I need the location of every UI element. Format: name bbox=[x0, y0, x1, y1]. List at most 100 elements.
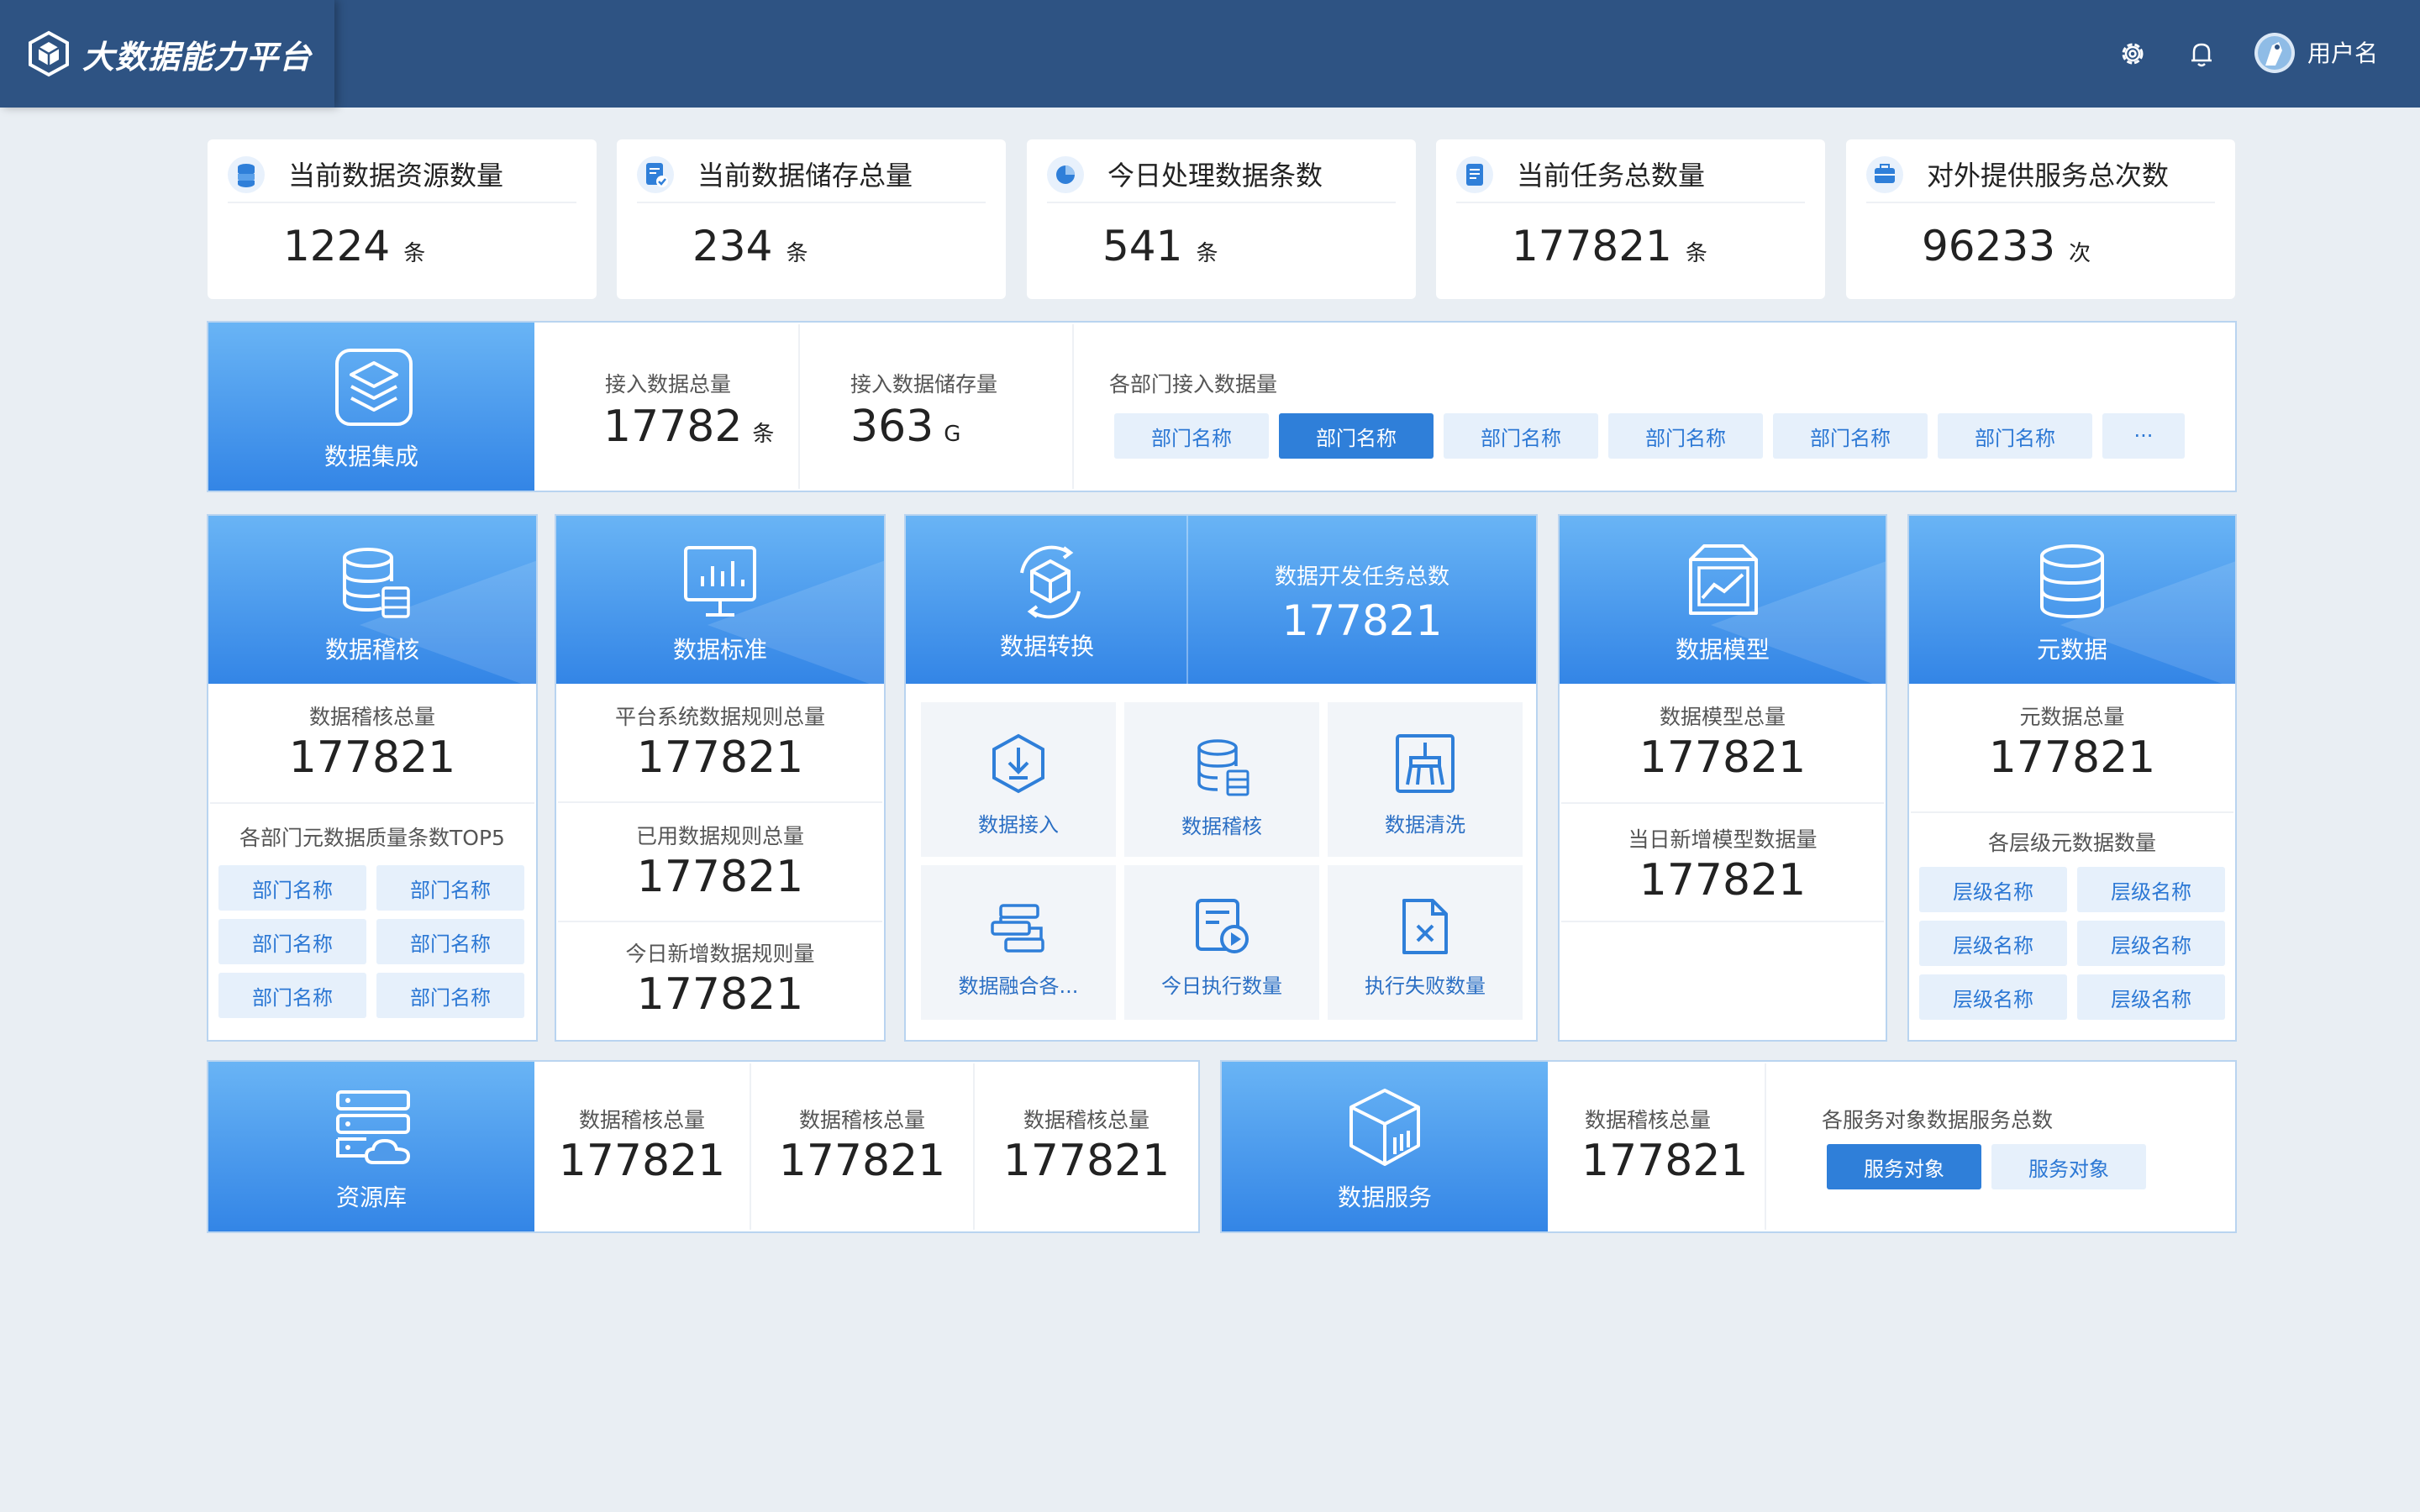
server-stack-icon bbox=[991, 904, 1044, 953]
service-target-tag-selected[interactable]: 服务对象 bbox=[1827, 1144, 1981, 1189]
app-title: 大数据能力平台 bbox=[82, 38, 313, 76]
model-label: 数据模型总量 bbox=[1659, 705, 1786, 729]
banner-title: 资源库 bbox=[335, 1184, 407, 1211]
stat-title: 今日处理数据条数 bbox=[1107, 160, 1323, 192]
level-tag[interactable]: 层级名称 bbox=[1919, 867, 2067, 912]
transform-task-label: 数据开发任务总数 bbox=[1274, 564, 1449, 590]
model-banner[interactable]: 数据模型 bbox=[1560, 516, 1886, 684]
tile-label: 执行失败数量 bbox=[1365, 974, 1486, 998]
database-server-icon bbox=[1197, 739, 1249, 796]
service-total-value: 177821 bbox=[1581, 1136, 1749, 1186]
dept-tag[interactable]: 部门名称 bbox=[376, 919, 524, 964]
stat-card-storage: 当前数据储存总量 234 条 bbox=[617, 139, 1006, 299]
stat-value: 234 条 bbox=[692, 222, 808, 270]
document-play-icon bbox=[1196, 899, 1249, 953]
integration-dept-label: 各部门接入数据量 bbox=[1109, 372, 1278, 396]
repo-value: 177821 bbox=[778, 1136, 946, 1186]
service-target-tag[interactable]: 服务对象 bbox=[1991, 1144, 2146, 1189]
dept-tag[interactable]: 部门名称 bbox=[1114, 413, 1269, 459]
stat-title: 当前任务总数量 bbox=[1517, 160, 1706, 192]
metadata-total-value: 177821 bbox=[1988, 732, 2156, 783]
pie-chart-icon bbox=[1047, 156, 1084, 193]
top-header bbox=[0, 0, 2420, 108]
repo-value: 177821 bbox=[1002, 1136, 1171, 1186]
tile-label: 数据融合各... bbox=[958, 974, 1079, 998]
dept-tag[interactable]: 部门名称 bbox=[376, 865, 524, 911]
audit-total-value: 177821 bbox=[288, 732, 456, 783]
stat-value: 96233 次 bbox=[1922, 222, 2091, 270]
app-logo[interactable]: 大数据能力平台 bbox=[0, 0, 334, 108]
service-total-label: 数据稽核总量 bbox=[1585, 1108, 1712, 1132]
dept-tag[interactable]: 部门名称 bbox=[1773, 413, 1928, 459]
level-tag[interactable]: 层级名称 bbox=[2077, 974, 2225, 1020]
cube-cycle-icon bbox=[1020, 545, 1081, 619]
model-value: 177821 bbox=[1639, 732, 1807, 783]
layers-icon bbox=[335, 349, 413, 426]
more-depts-button[interactable]: ··· bbox=[2102, 413, 2185, 459]
repo-label: 数据稽核总量 bbox=[798, 1108, 925, 1132]
tile-label: 今日执行数量 bbox=[1161, 974, 1282, 998]
repo-label: 数据稽核总量 bbox=[1023, 1108, 1150, 1132]
integration-banner[interactable]: 数据集成 bbox=[208, 323, 534, 491]
tile-data-fusion[interactable]: 数据融合各... bbox=[921, 865, 1116, 1020]
standard-banner[interactable]: 数据标准 bbox=[556, 516, 884, 684]
dept-tag[interactable]: 部门名称 bbox=[218, 865, 366, 911]
stat-value: 1224 条 bbox=[283, 222, 426, 270]
level-tag[interactable]: 层级名称 bbox=[2077, 921, 2225, 966]
tile-failed-executions[interactable]: 执行失败数量 bbox=[1328, 865, 1523, 1020]
banner-title: 数据转换 bbox=[999, 633, 1094, 660]
transform-banner[interactable]: 数据转换 数据开发任务总数 177821 bbox=[906, 516, 1536, 684]
integration-total-label: 接入数据总量 bbox=[605, 372, 732, 396]
dept-tag[interactable]: 部门名称 bbox=[1938, 413, 2092, 459]
level-tag[interactable]: 层级名称 bbox=[2077, 867, 2225, 912]
presentation-chart-icon bbox=[684, 546, 756, 617]
audit-banner[interactable]: 数据稽核 bbox=[208, 516, 536, 684]
banner-title: 数据服务 bbox=[1337, 1184, 1432, 1211]
level-tag[interactable]: 层级名称 bbox=[1919, 921, 2067, 966]
avatar[interactable] bbox=[2254, 32, 2296, 74]
toolbox-icon bbox=[1866, 156, 1903, 193]
tile-today-executions[interactable]: 今日执行数量 bbox=[1124, 865, 1319, 1020]
bell-icon[interactable] bbox=[2185, 37, 2218, 71]
stat-card-resources: 当前数据资源数量 1224 条 bbox=[208, 139, 597, 299]
metadata-banner[interactable]: 元数据 bbox=[1909, 516, 2235, 684]
cube-logo-icon bbox=[29, 30, 69, 77]
standard-value: 177821 bbox=[636, 732, 804, 783]
tile-data-cleanse[interactable]: 数据清洗 bbox=[1328, 702, 1523, 857]
user-name[interactable]: 用户名 bbox=[2307, 35, 2378, 69]
tile-data-ingest[interactable]: 数据接入 bbox=[921, 702, 1116, 857]
metadata-total-label: 元数据总量 bbox=[2019, 705, 2125, 729]
dept-tag[interactable]: 部门名称 bbox=[218, 919, 366, 964]
service-targets-label: 各服务对象数据服务总数 bbox=[1822, 1108, 2054, 1132]
model-chart-icon bbox=[1689, 544, 1758, 615]
standard-label: 已用数据规则总量 bbox=[635, 824, 804, 848]
dept-tag[interactable]: 部门名称 bbox=[1444, 413, 1598, 459]
tile-data-audit[interactable]: 数据稽核 bbox=[1124, 702, 1319, 857]
level-tag[interactable]: 层级名称 bbox=[1919, 974, 2067, 1020]
standard-value: 177821 bbox=[636, 852, 804, 902]
repo-value: 177821 bbox=[558, 1136, 726, 1186]
banner-title: 数据模型 bbox=[1675, 636, 1770, 664]
gear-icon[interactable] bbox=[2116, 37, 2149, 71]
transform-task-value: 177821 bbox=[1281, 596, 1443, 645]
stat-card-processed: 今日处理数据条数 541 条 bbox=[1027, 139, 1416, 299]
document-check-icon bbox=[637, 156, 674, 193]
dept-tag[interactable]: 部门名称 bbox=[1608, 413, 1763, 459]
tile-label: 数据接入 bbox=[978, 813, 1059, 837]
stat-title: 当前数据资源数量 bbox=[288, 160, 504, 192]
banner-title: 数据稽核 bbox=[324, 636, 419, 664]
standard-label: 平台系统数据规则总量 bbox=[614, 705, 825, 729]
repo-label: 数据稽核总量 bbox=[578, 1108, 705, 1132]
dept-tag-selected[interactable]: 部门名称 bbox=[1279, 413, 1434, 459]
audit-top-label: 各部门元数据质量条数TOP5 bbox=[239, 826, 505, 850]
stat-title: 对外提供服务总次数 bbox=[1927, 160, 2170, 192]
cube-box-icon bbox=[1349, 1089, 1420, 1166]
service-banner[interactable]: 数据服务 bbox=[1222, 1062, 1548, 1231]
stat-title: 当前数据储存总量 bbox=[697, 160, 913, 192]
banner-title: 数据集成 bbox=[324, 443, 418, 470]
integration-total-value: 17782 条 bbox=[603, 402, 775, 452]
repo-banner[interactable]: 资源库 bbox=[208, 1062, 534, 1231]
standard-value: 177821 bbox=[636, 969, 804, 1020]
dept-tag[interactable]: 部门名称 bbox=[218, 973, 366, 1018]
dept-tag[interactable]: 部门名称 bbox=[376, 973, 524, 1018]
